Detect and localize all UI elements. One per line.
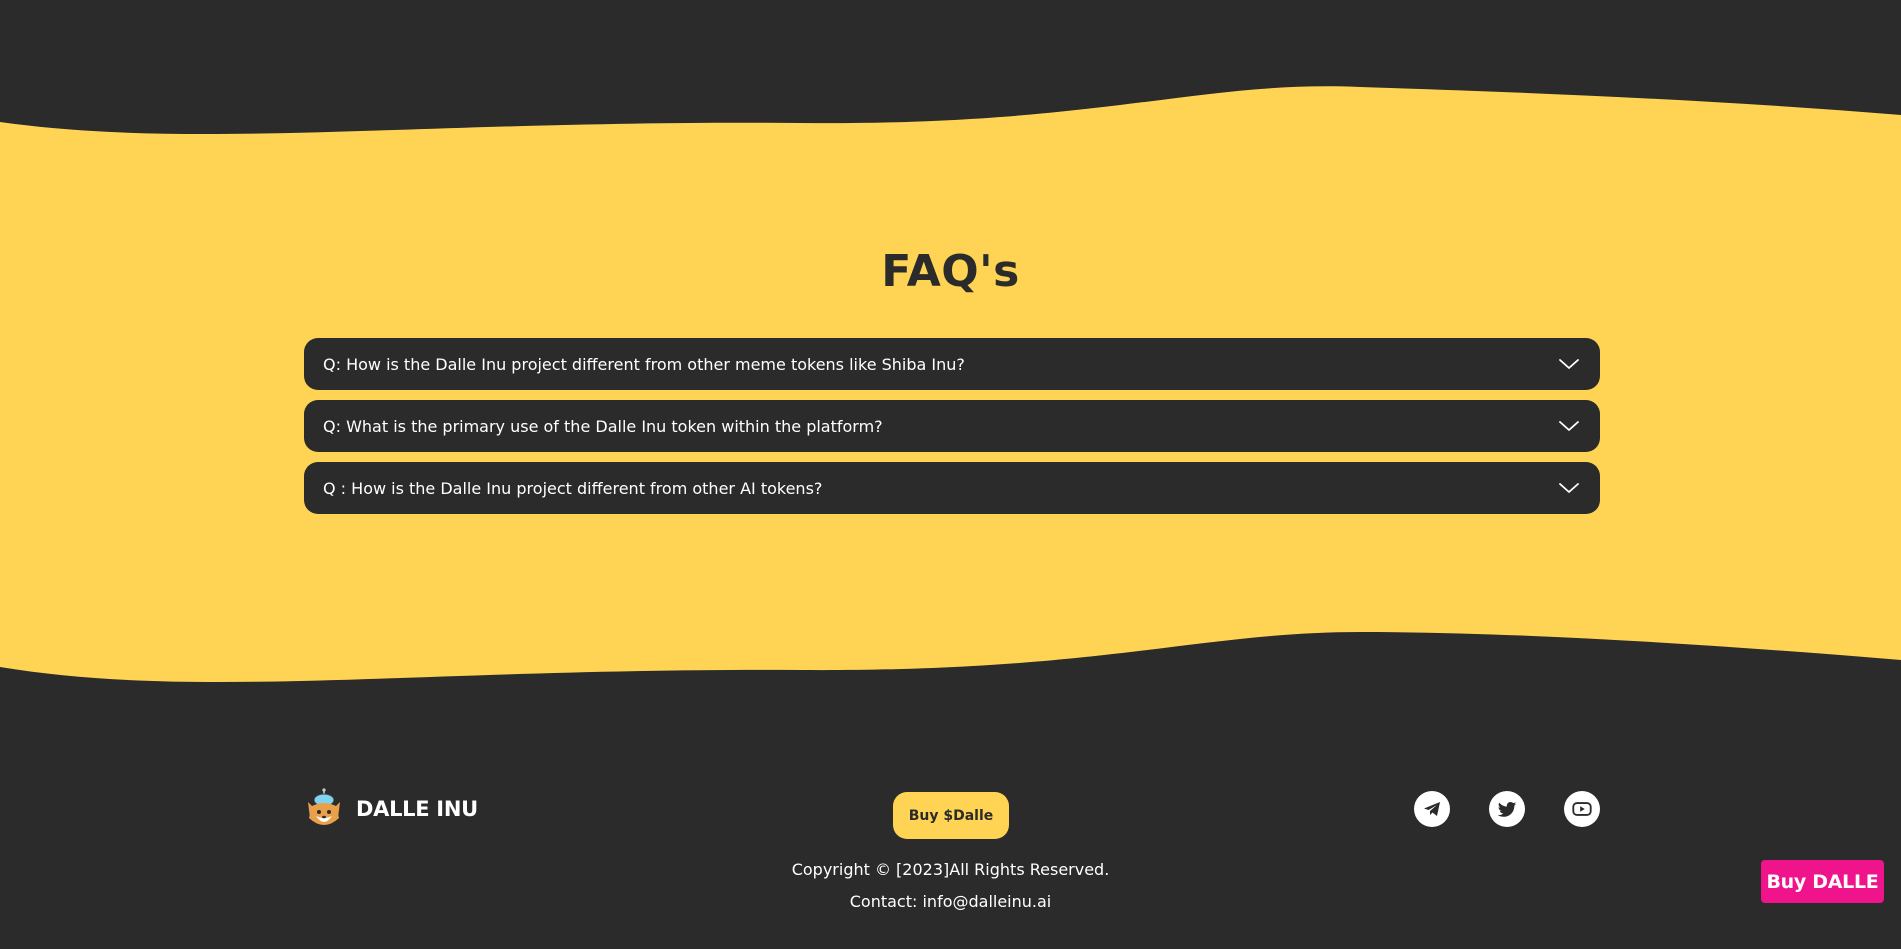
- youtube-link[interactable]: [1564, 791, 1600, 827]
- chevron-down-icon: [1559, 483, 1579, 493]
- faq-item-3[interactable]: Q : How is the Dalle Inu project differe…: [304, 462, 1600, 514]
- faq-item-2[interactable]: Q: What is the primary use of the Dalle …: [304, 400, 1600, 452]
- telegram-icon: [1424, 802, 1440, 816]
- faq-item-1[interactable]: Q: How is the Dalle Inu project differen…: [304, 338, 1600, 390]
- chevron-down-icon: [1559, 359, 1579, 369]
- brand-name: DALLE INU: [356, 797, 478, 821]
- faq-title: FAQ's: [881, 246, 1020, 297]
- contact-text: Contact: info@dalleinu.ai: [849, 892, 1052, 911]
- chevron-down-icon: [1559, 421, 1579, 431]
- faq-question: Q: How is the Dalle Inu project differen…: [323, 354, 965, 374]
- faq-question: Q: What is the primary use of the Dalle …: [323, 416, 883, 436]
- youtube-icon: [1572, 802, 1592, 816]
- twitter-icon: [1497, 801, 1517, 817]
- telegram-link[interactable]: [1414, 791, 1450, 827]
- twitter-link[interactable]: [1489, 791, 1525, 827]
- dalle-inu-logo-icon: [308, 788, 340, 825]
- footer-brand[interactable]: DALLE INU: [304, 788, 478, 830]
- floating-buy-dalle-button[interactable]: Buy DALLE: [1761, 860, 1884, 903]
- buy-dalle-button[interactable]: Buy $Dalle: [893, 792, 1009, 839]
- faq-question: Q : How is the Dalle Inu project differe…: [323, 478, 823, 498]
- copyright-text: Copyright © [2023]All Rights Reserved.: [791, 860, 1110, 879]
